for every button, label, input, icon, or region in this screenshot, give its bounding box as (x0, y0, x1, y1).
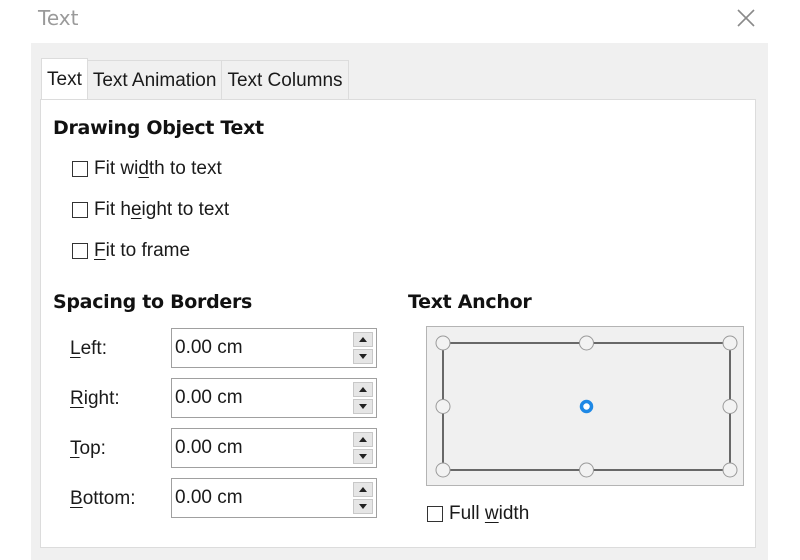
close-button[interactable] (734, 6, 758, 30)
arrow-down-icon (359, 404, 367, 409)
anchor-point-middle-right[interactable] (722, 399, 738, 414)
right-input[interactable] (175, 379, 345, 417)
top-label: Top: (70, 438, 106, 459)
right-label: Right: (70, 388, 120, 409)
left-label: Left: (70, 338, 107, 359)
right-decrement-button[interactable] (353, 399, 373, 414)
arrow-down-icon (359, 454, 367, 459)
bottom-decrement-button[interactable] (353, 499, 373, 514)
top-decrement-button[interactable] (353, 449, 373, 464)
full-width-checkbox[interactable]: Full width (427, 503, 529, 525)
checkbox-label: Fit width to text (94, 158, 222, 179)
checkbox-label: Fit to frame (94, 240, 191, 261)
tab-text-animation[interactable]: Text Animation (87, 60, 223, 101)
dialog-title: Text (38, 6, 79, 30)
checkbox-label: Full width (449, 503, 530, 524)
left-increment-button[interactable] (353, 332, 373, 347)
arrow-up-icon (359, 387, 367, 392)
checkbox-box[interactable] (72, 243, 88, 259)
text-anchor-selector[interactable] (426, 326, 744, 486)
left-decrement-button[interactable] (353, 349, 373, 364)
left-input[interactable] (175, 329, 345, 367)
anchor-point-top-right[interactable] (722, 335, 738, 351)
anchor-point-bottom-left[interactable] (435, 462, 451, 478)
arrow-up-icon (359, 487, 367, 492)
checkbox-box[interactable] (72, 202, 88, 218)
anchor-point-bottom-center[interactable] (579, 462, 594, 478)
checkbox-box[interactable] (427, 506, 443, 522)
bottom-label: Bottom: (70, 488, 136, 509)
checkbox-box[interactable] (72, 161, 88, 177)
text-anchor-heading: Text Anchor (408, 291, 532, 313)
left-spinbox[interactable] (171, 328, 377, 368)
spacing-to-borders-heading: Spacing to Borders (53, 291, 253, 313)
close-icon (737, 9, 755, 27)
top-increment-button[interactable] (353, 432, 373, 447)
tab-text[interactable]: Text (41, 58, 88, 101)
anchor-point-bottom-right[interactable] (722, 462, 738, 478)
tab-bar: Text Text Animation Text Columns (41, 58, 349, 101)
anchor-point-middle-left[interactable] (435, 399, 451, 414)
arrow-up-icon (359, 337, 367, 342)
fit-height-to-text-checkbox[interactable]: Fit height to text (72, 199, 229, 221)
arrow-down-icon (359, 504, 367, 509)
arrow-down-icon (359, 354, 367, 359)
arrow-up-icon (359, 437, 367, 442)
bottom-spinbox[interactable] (171, 478, 377, 518)
top-spinbox[interactable] (171, 428, 377, 468)
anchor-diagram (435, 335, 738, 478)
fit-to-frame-checkbox[interactable]: Fit to frame (72, 240, 190, 262)
anchor-point-top-left[interactable] (435, 335, 451, 351)
fit-width-to-text-checkbox[interactable]: Fit width to text (72, 158, 222, 180)
checkbox-label: Fit height to text (94, 199, 230, 220)
anchor-point-top-center[interactable] (579, 335, 594, 351)
right-increment-button[interactable] (353, 382, 373, 397)
drawing-object-text-heading: Drawing Object Text (53, 117, 264, 139)
bottom-increment-button[interactable] (353, 482, 373, 497)
top-input[interactable] (175, 429, 345, 467)
anchor-point-center[interactable] (579, 399, 594, 414)
tab-text-columns[interactable]: Text Columns (222, 60, 349, 101)
right-spinbox[interactable] (171, 378, 377, 418)
bottom-input[interactable] (175, 479, 345, 517)
